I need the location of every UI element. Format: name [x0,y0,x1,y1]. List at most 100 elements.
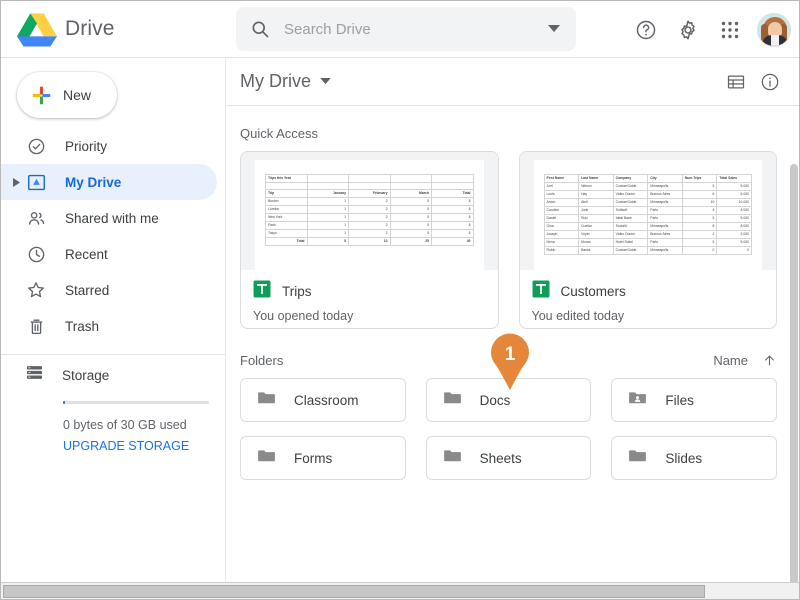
help-icon[interactable] [627,11,665,49]
cell: Moran [578,238,614,247]
cell: 2 [348,229,391,238]
scrollbar-thumb[interactable] [790,164,798,594]
table-header-row: First Name Last Name Company City Num Tr… [543,174,752,183]
sidebar-item-storage[interactable]: Storage [1,355,225,395]
cell: Abril [578,198,614,207]
quick-access-card-trips[interactable]: Trips this Year Trip January February Ma… [240,151,499,329]
trash-icon [25,317,47,336]
cell: London [265,205,308,214]
list-view-icon[interactable] [719,65,753,99]
folder-card-files[interactable]: Files [611,378,777,422]
cell [306,182,349,190]
table-row: Joel Nelson CustomGuide Minneapolis 5 5,… [543,182,752,191]
brand[interactable]: Drive [1,11,226,47]
apps-grid-icon[interactable] [711,11,749,49]
cell: 5 [389,221,432,230]
folder-card-docs[interactable]: Docs [425,378,592,422]
table-row: Louis Hay Video Doctor Buenos Aires 6 6,… [543,190,752,199]
drive-window: Drive Search Drive New Priority My Drive… [0,0,800,600]
cell: Joel [543,182,580,191]
cell: Paris [265,221,308,230]
folder-card-slides[interactable]: Slides [611,436,777,480]
brand-name: Drive [65,17,115,40]
sidebar-item-my-drive[interactable]: My Drive [1,164,217,200]
cell: 4 [681,206,718,215]
table-row: Trips this Year [265,174,474,183]
arrow-up-icon[interactable] [762,353,777,368]
google-sheets-icon [253,280,271,303]
cell: 8 [431,205,474,214]
cell: Nelson [578,182,614,191]
cell: 2 [681,230,718,239]
scrollbar-thumb[interactable] [3,584,706,598]
card-subtitle: You edited today [531,309,625,323]
cell: Hotel Soleil [612,238,649,247]
avatar-shirt [771,34,779,46]
cell: Voyer [578,230,614,239]
cell: 1 [306,205,349,214]
folder-card-classroom[interactable]: Classroom [240,378,406,422]
cell: Hay [578,190,614,199]
table-row: Paris 1 2 5 8 [265,221,474,230]
breadcrumb-chevron-down-icon[interactable] [320,78,331,85]
cell: 4,000 [716,206,752,215]
preview-table-trips: Trips this Year Trip January February Ma… [265,174,474,246]
info-circle-icon[interactable] [753,65,787,99]
upgrade-storage-link[interactable]: UPGRADE STORAGE [63,439,189,453]
quick-access-card-customers[interactable]: First Name Last Name Company City Num Tr… [518,151,777,329]
cell: 2 [348,221,391,230]
quick-access-row: Trips this Year Trip January February Ma… [226,151,799,329]
folder-card-sheets[interactable]: Sheets [425,436,592,480]
col-header: March [389,189,432,198]
cell: Joseph [543,230,580,239]
search-input[interactable] [284,20,532,38]
sidebar-item-starred[interactable]: Starred [1,272,217,308]
folder-name: Classroom [294,392,359,408]
sidebar-item-recent[interactable]: Recent [1,236,217,272]
cell: Video Doctor [612,190,649,199]
top-bar-actions [627,1,791,58]
cell: 5,000 [716,182,752,191]
search-bar[interactable] [236,7,576,51]
folder-card-forms[interactable]: Forms [240,436,406,480]
new-button[interactable]: New [17,72,117,118]
cell: Ruiz [578,214,614,223]
table-row: Robin Banks CustomGuide Minneapolis 0 0 [543,246,752,255]
sidebar-item-shared-with-me[interactable]: Shared with me [1,200,217,236]
folder-name: Sheets [479,450,522,466]
google-drive-logo-icon [17,11,57,47]
content-vertical-scrollbar[interactable] [790,164,798,594]
breadcrumb[interactable]: My Drive [240,71,311,92]
sort-by-name-label[interactable]: Name [713,353,748,368]
cell: Anton [543,198,580,207]
expand-triangle-icon[interactable] [11,177,21,187]
cell: CustomGuide [612,182,649,191]
storage-progress-bar [63,401,209,404]
cell: Robin [543,246,580,255]
sidebar-item-trash[interactable]: Trash [1,308,217,344]
sidebar: New Priority My Drive Shared with me Rec… [1,58,226,599]
folder-name: Docs [479,392,511,408]
cell: 1 [306,213,349,222]
col-header: January [306,189,349,198]
cell: Minneapolis [647,246,683,255]
cell: New York [265,213,308,222]
card-title: Customers [560,284,626,299]
cell: Paris [647,206,683,215]
horizontal-scrollbar[interactable] [1,582,799,599]
cell: Video Doctor [612,230,649,239]
cell: Buenos Aires [647,230,683,239]
sidebar-item-priority[interactable]: Priority [1,128,217,164]
user-avatar[interactable] [757,12,791,47]
settings-gear-icon[interactable] [669,11,707,49]
search-options-chevron-down-icon[interactable] [532,25,576,33]
cell [306,174,349,183]
table-row: Caroline Jurie Softsoft Paris 4 4,000 [543,206,752,215]
cell: 8 [431,229,474,238]
table-row: Tokyo 1 2 5 8 [265,229,474,238]
table-row: London 1 2 5 8 [265,205,474,214]
cell: 40 [431,237,474,246]
cell [431,182,474,190]
cell: 5,000 [716,238,752,247]
my-drive-icon [25,173,47,192]
